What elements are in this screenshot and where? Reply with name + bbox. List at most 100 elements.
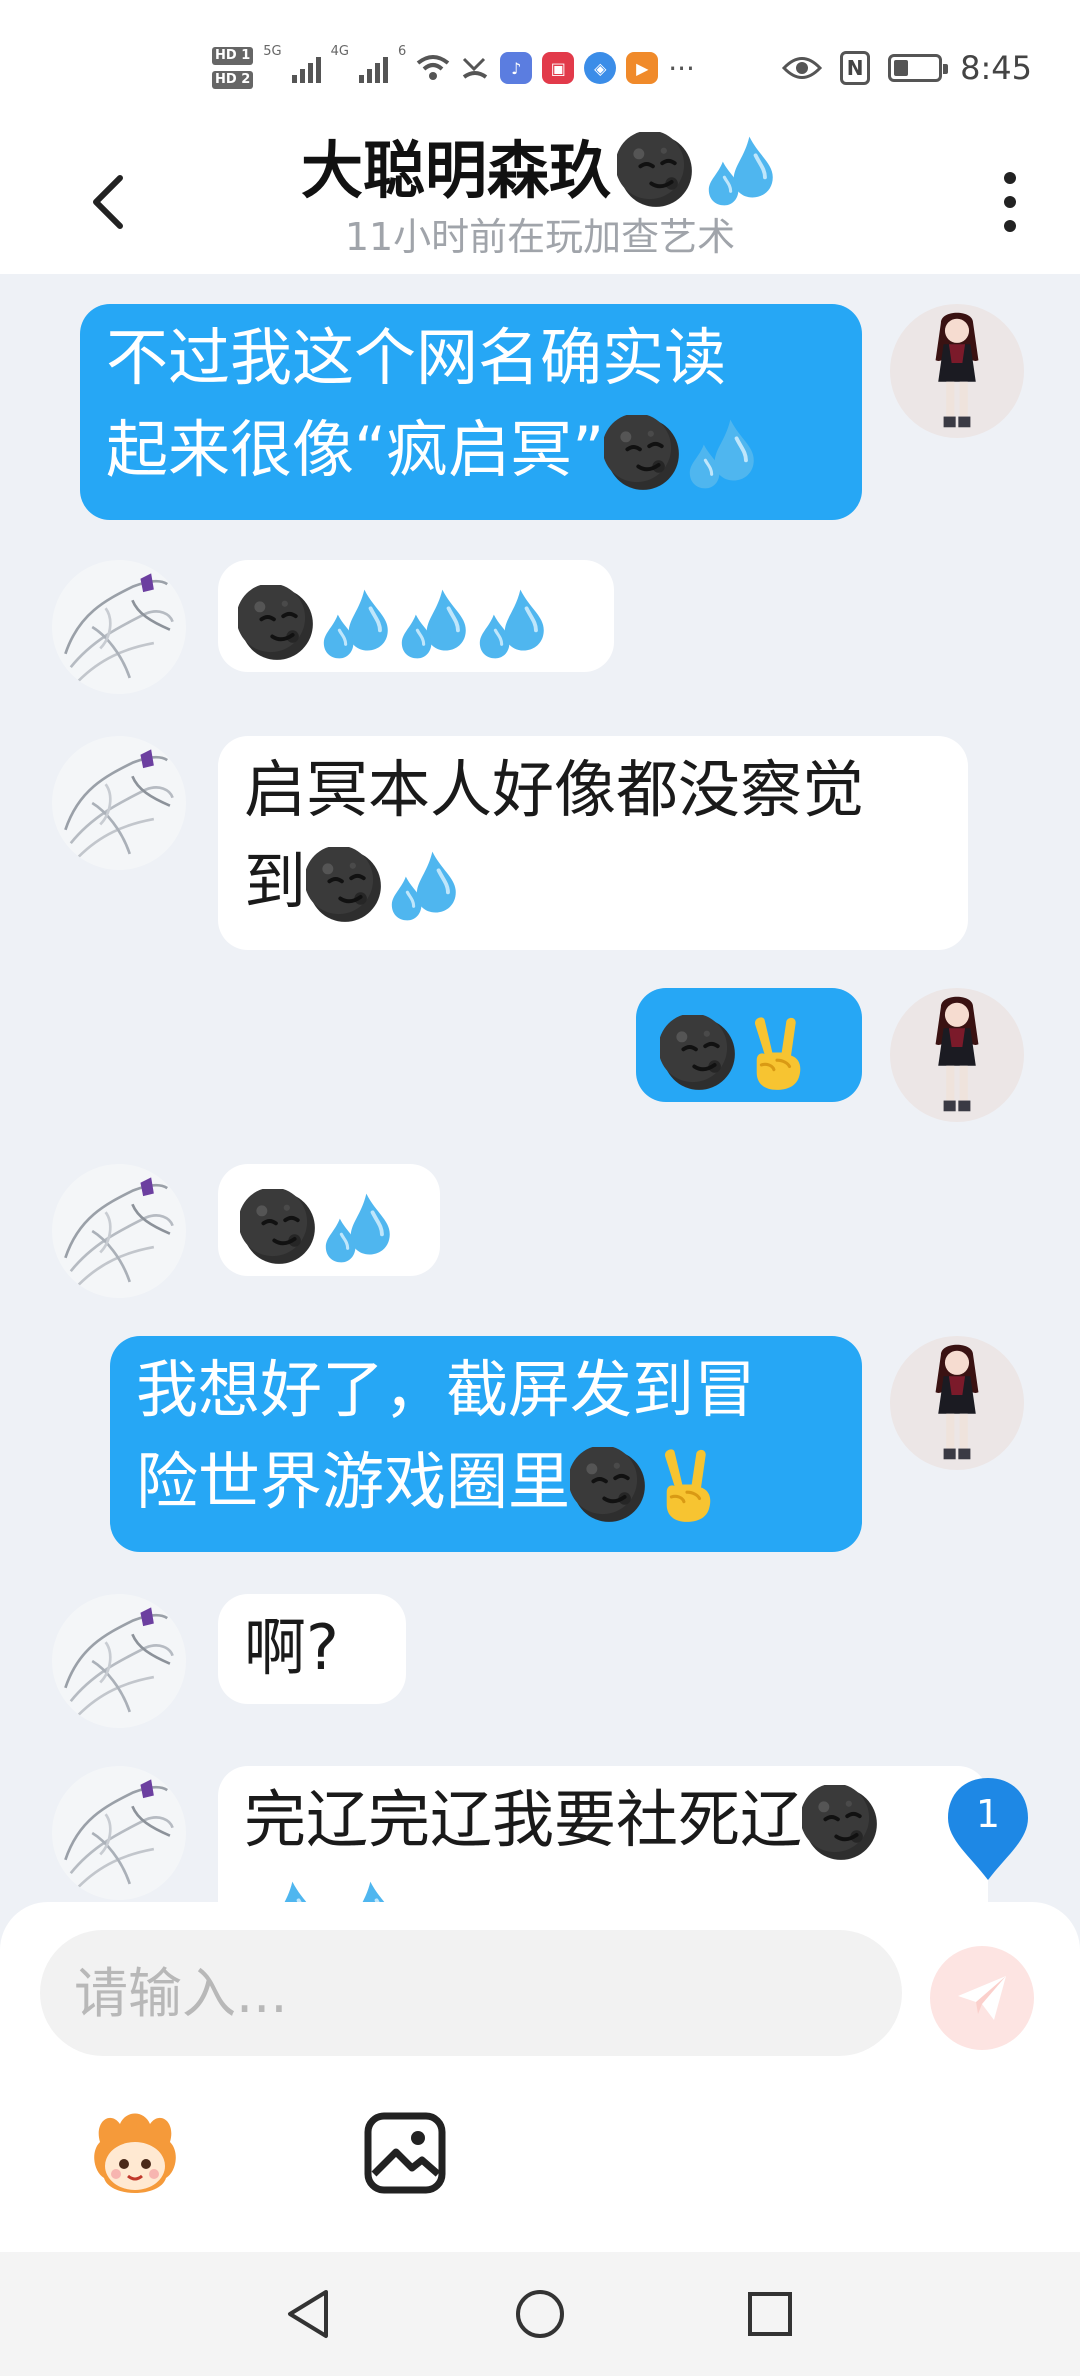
wifi-number-label: 6: [397, 44, 407, 59]
moon-face-emoji: [306, 847, 384, 925]
my-avatar[interactable]: [890, 1336, 1024, 1470]
network-4g-label: 4G: [330, 44, 349, 59]
moon-face-emoji: [240, 1189, 318, 1267]
signal-1-icon: [291, 53, 321, 83]
message-bubble[interactable]: 我想好了，截屏发到冒 险世界游戏圈里: [110, 1336, 862, 1552]
message-line: 我想好了，截屏发到冒: [136, 1353, 757, 1426]
message-bubble[interactable]: 不过我这个网名确实读 起来很像“疯启冥”: [80, 304, 862, 520]
image-picker-button[interactable]: [360, 2108, 450, 2198]
message-line-with-emoji: 到: [244, 836, 942, 928]
red-app-icon: ▣: [542, 52, 575, 84]
music-app-icon: ♪: [500, 52, 533, 84]
my-avatar[interactable]: [890, 988, 1024, 1122]
nav-home-button[interactable]: [508, 2282, 572, 2346]
sweat-droplets-emoji: [318, 1189, 396, 1267]
back-icon: [93, 175, 123, 229]
send-icon: [958, 1976, 1006, 2020]
chat-subtitle: 11小时前在玩加查艺术: [344, 215, 736, 259]
contact-avatar[interactable]: [52, 1766, 186, 1900]
status-right-icons: N 8:45: [782, 46, 1032, 90]
blue-app-icon: ◈: [584, 52, 617, 84]
moon-face-emoji: [570, 1447, 648, 1525]
girl-avatar-image: [890, 988, 1024, 1122]
message-bubble[interactable]: 启冥本人好像都没察觉 到: [218, 736, 968, 950]
sketch-avatar-image: [52, 1594, 186, 1728]
message-line: 到: [244, 845, 307, 918]
hd2-label: HD 2: [212, 71, 254, 89]
more-notifications-icon: ···: [668, 51, 695, 85]
sweat-droplets-emoji: [682, 415, 760, 493]
back-button[interactable]: [78, 162, 138, 242]
eye-icon: [782, 57, 823, 79]
sketch-avatar-image: [52, 560, 186, 694]
message-line: 不过我这个网名确实读: [106, 321, 727, 394]
message-line-with-emoji: 险世界游戏圈里: [136, 1436, 836, 1528]
moon-face-emoji: [617, 132, 695, 210]
message-bubble[interactable]: [218, 1164, 440, 1276]
send-button[interactable]: [930, 1946, 1034, 2050]
message-line: 险世界游戏圈里: [136, 1445, 571, 1518]
message-line-with-emoji: 完辽完辽我要社死辽: [244, 1774, 962, 1866]
moon-face-emoji: [238, 585, 316, 663]
victory-hand-emoji: [738, 1015, 816, 1093]
sticker-button[interactable]: [80, 2102, 190, 2212]
video-app-icon: ▶: [626, 52, 659, 84]
message-line: 启冥本人好像都没察觉: [244, 753, 865, 826]
contact-avatar[interactable]: [52, 736, 186, 870]
more-icon: [1004, 172, 1016, 184]
unread-badge[interactable]: 1: [944, 1774, 1032, 1884]
sweat-droplets-emoji: [384, 847, 462, 925]
input-panel: [0, 1902, 1080, 2252]
nav-back-button[interactable]: [278, 2282, 342, 2346]
nav-home-icon: [516, 2290, 564, 2338]
chat-title-row: 大聪明森玖: [200, 132, 880, 210]
victory-hand-emoji: [648, 1447, 726, 1525]
more-options-button[interactable]: [980, 162, 1040, 242]
girl-avatar-image: [890, 304, 1024, 438]
moon-face-emoji: [802, 1785, 880, 1863]
sketch-avatar-image: [52, 1164, 186, 1298]
contact-avatar[interactable]: [52, 1164, 186, 1298]
nav-recents-icon: [748, 2292, 792, 2336]
nfc-icon: N: [840, 51, 871, 85]
missed-call-icon: [463, 57, 488, 79]
hd-indicators: HD 1 HD 2: [212, 47, 254, 89]
wifi-icon: [417, 55, 450, 80]
contact-avatar[interactable]: [52, 1594, 186, 1728]
message-text: 完辽完辽我要社死辽: [244, 1783, 803, 1856]
system-nav-bar: [0, 2252, 1080, 2376]
battery-icon: [888, 54, 949, 82]
chat-title: 大聪明森玖: [300, 134, 611, 207]
unread-count: 1: [975, 1792, 1001, 1836]
signal-2-icon: [358, 53, 388, 83]
clock-time: 8:45: [960, 49, 1032, 87]
message-line-with-emoji: 起来很像“疯启冥”: [106, 404, 836, 496]
hd1-label: HD 1: [212, 47, 254, 65]
message-line: 起来很像“疯启冥”: [106, 413, 605, 486]
message-bubble[interactable]: [636, 988, 862, 1102]
sweat-droplets-emoji: [394, 585, 472, 663]
message-text: 啊?: [244, 1611, 339, 1684]
status-left-icons: HD 1 HD 2 5G 4G 6 ♪ ▣ ◈ ▶ ···: [212, 38, 695, 98]
nav-back-icon: [288, 2290, 328, 2338]
contact-avatar[interactable]: [52, 560, 186, 694]
network-5g-label: 5G: [263, 44, 282, 59]
sweat-droplets-emoji: [701, 132, 779, 210]
message-bubble[interactable]: 啊?: [218, 1594, 406, 1704]
nav-recents-button[interactable]: [738, 2282, 802, 2346]
title-block: 大聪明森玖 11小时前在玩加查艺术: [200, 132, 880, 262]
moon-face-emoji: [660, 1015, 738, 1093]
girl-avatar-image: [890, 1336, 1024, 1470]
sketch-avatar-image: [52, 1766, 186, 1900]
moon-face-emoji: [604, 415, 682, 493]
sweat-droplets-emoji: [316, 585, 394, 663]
sketch-avatar-image: [52, 736, 186, 870]
sticker-icon: [94, 2113, 176, 2193]
my-avatar[interactable]: [890, 304, 1024, 438]
message-bubble[interactable]: [218, 560, 614, 672]
chat-header: 大聪明森玖 11小时前在玩加查艺术: [0, 132, 1080, 274]
message-input[interactable]: [40, 1930, 902, 2056]
sweat-droplets-emoji: [472, 585, 550, 663]
image-icon: [364, 2112, 446, 2194]
status-bar: HD 1 HD 2 5G 4G 6 ♪ ▣ ◈ ▶ ··· N 8:45: [0, 0, 1080, 132]
